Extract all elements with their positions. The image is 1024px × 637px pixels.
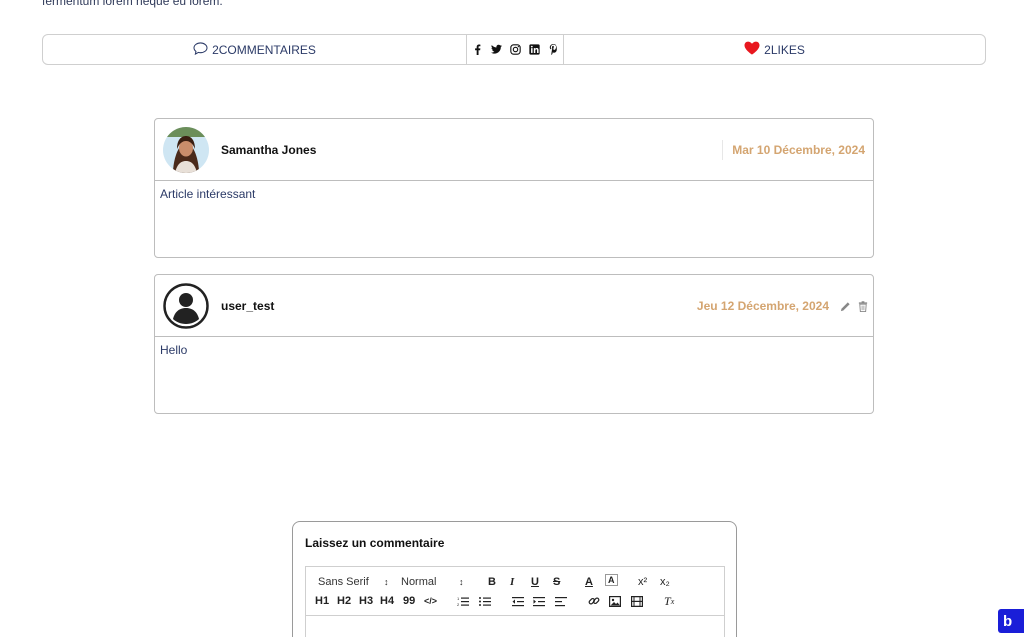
comment-body: Article intéressant (160, 187, 256, 201)
svg-text:1: 1 (457, 596, 460, 601)
underline-label: U (531, 576, 539, 588)
text-color-button[interactable]: A (585, 575, 593, 589)
header-divider (722, 140, 723, 160)
subscript-button[interactable]: x₂ (660, 575, 670, 589)
svg-text:2: 2 (457, 602, 460, 607)
heart-icon (744, 41, 760, 58)
comment-card: user_test Jeu 12 Décembre, 2024 Hello (154, 274, 874, 414)
heading-2-button[interactable]: H2 (337, 594, 351, 608)
heading-3-label: H3 (359, 595, 374, 607)
comment-card: Samantha Jones Mar 10 Décembre, 2024 Art… (154, 118, 874, 258)
outdent-icon[interactable] (512, 594, 524, 608)
video-icon[interactable] (631, 594, 643, 608)
form-title: Laissez un commentaire (305, 536, 445, 550)
font-family-select[interactable]: Sans Serif (318, 575, 369, 589)
font-size-value: Normal (401, 576, 437, 588)
superscript-button[interactable]: x² (638, 575, 647, 589)
link-icon[interactable] (588, 594, 600, 608)
subscript-label: x₂ (660, 576, 670, 588)
font-select-arrows-icon: ↕ (384, 577, 389, 587)
edit-pencil-icon[interactable] (839, 300, 851, 312)
indent-icon[interactable] (533, 594, 545, 608)
default-user-icon (163, 282, 209, 329)
comment-form: Laissez un commentaire Sans Serif ↕ Norm… (292, 521, 737, 637)
comment-date: Mar 10 Décembre, 2024 (732, 142, 865, 157)
strike-button[interactable]: S (553, 575, 560, 589)
comment-author: user_test (221, 298, 275, 313)
rich-text-editor: Sans Serif ↕ Normal ↕ B I U S A A x² x₂ … (305, 566, 725, 637)
heading-4-button[interactable]: H4 (380, 594, 394, 608)
superscript-label: x² (638, 576, 648, 588)
heading-1-button[interactable]: H1 (315, 594, 329, 608)
social-share-group (467, 35, 564, 64)
bold-label: B (488, 576, 496, 588)
code-block-button[interactable]: </> (424, 594, 437, 608)
instagram-icon[interactable] (509, 43, 522, 56)
comment-body: Hello (160, 343, 188, 357)
like-button[interactable]: 2LIKES (564, 35, 985, 64)
bullet-list-icon[interactable] (479, 594, 491, 608)
code-block-label: </> (424, 596, 438, 606)
facebook-icon[interactable] (471, 43, 484, 56)
comments-count-label: 2COMMENTAIRES (212, 42, 316, 57)
font-family-value: Sans Serif (318, 576, 369, 588)
linkedin-icon[interactable] (528, 43, 541, 56)
clear-format-icon[interactable]: Tx (664, 594, 674, 608)
font-size-select[interactable]: Normal (401, 575, 436, 589)
align-icon[interactable] (555, 594, 567, 608)
editor-toolbar: Sans Serif ↕ Normal ↕ B I U S A A x² x₂ … (306, 567, 724, 616)
heading-3-button[interactable]: H3 (359, 594, 373, 608)
comment-bubble-icon (193, 41, 208, 58)
likes-count-label: 2LIKES (764, 42, 805, 57)
background-color-label: A (608, 575, 615, 585)
blockquote-button[interactable]: 99 (403, 594, 415, 608)
share-bar: 2COMMENTAIRES 2LIKES (42, 34, 986, 65)
background-color-button[interactable]: A (605, 574, 618, 586)
twitter-icon[interactable] (490, 43, 503, 56)
size-select-arrows-icon: ↕ (459, 577, 464, 587)
comment-header: user_test Jeu 12 Décembre, 2024 (155, 275, 873, 337)
italic-button[interactable]: I (510, 575, 514, 589)
pinterest-icon[interactable] (547, 43, 560, 56)
strike-label: S (553, 576, 561, 588)
comments-count-button[interactable]: 2COMMENTAIRES (43, 35, 467, 64)
avatar (163, 126, 209, 173)
bold-button[interactable]: B (488, 575, 496, 589)
text-color-label: A (585, 576, 593, 588)
ordered-list-icon[interactable]: 12 (457, 594, 469, 608)
brand-badge[interactable]: b (998, 609, 1024, 633)
heading-2-label: H2 (337, 595, 352, 607)
underline-button[interactable]: U (531, 575, 539, 589)
blockquote-label: 99 (403, 595, 416, 607)
comment-header: Samantha Jones Mar 10 Décembre, 2024 (155, 119, 873, 181)
comment-author: Samantha Jones (221, 142, 317, 157)
heading-4-label: H4 (380, 595, 395, 607)
delete-trash-icon[interactable] (857, 300, 869, 312)
italic-label: I (510, 576, 515, 588)
article-text-tail: fermentum lorem neque eu lorem. (42, 0, 223, 8)
heading-1-label: H1 (315, 595, 330, 607)
comment-date: Jeu 12 Décembre, 2024 (696, 298, 829, 313)
image-icon[interactable] (609, 594, 621, 608)
